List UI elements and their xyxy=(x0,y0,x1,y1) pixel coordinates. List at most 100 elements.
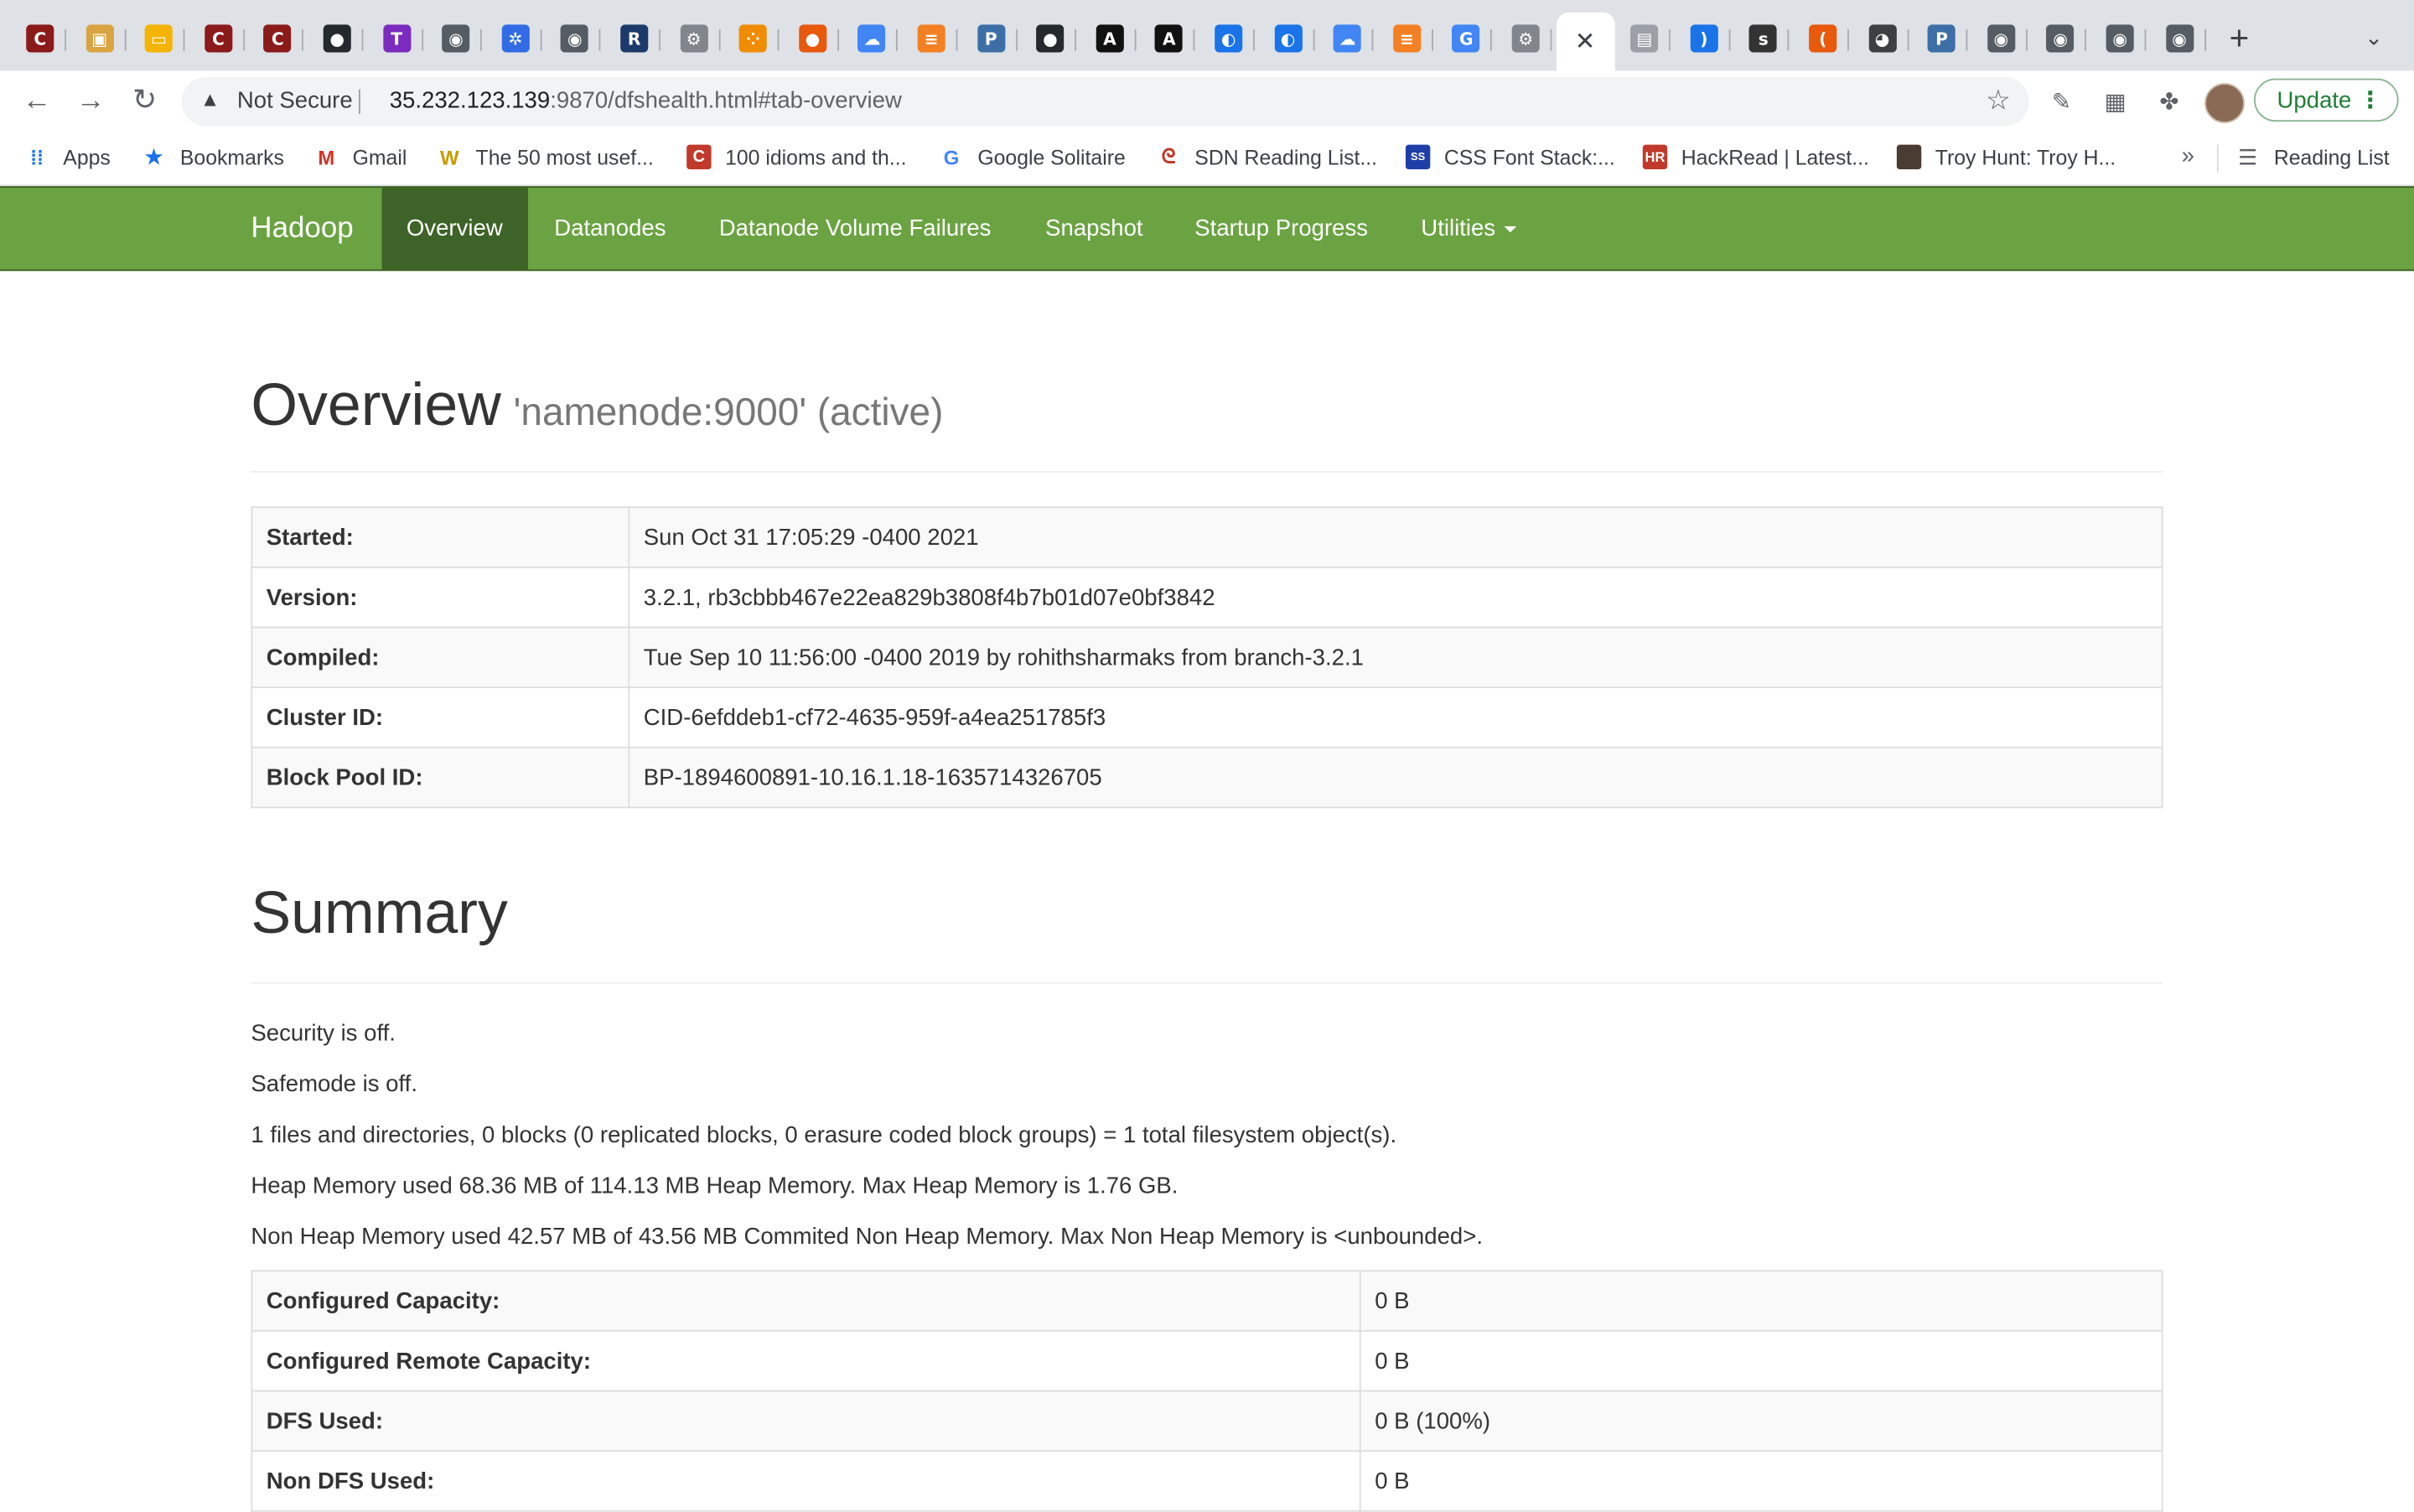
browser-tab[interactable]: ≡ xyxy=(905,15,958,61)
navbar-brand[interactable]: Hadoop xyxy=(251,188,353,269)
security-status-label[interactable]: Not Secure xyxy=(237,88,353,114)
reading-list-button[interactable]: ☰ Reading List xyxy=(2235,143,2390,171)
tab-separator xyxy=(1669,28,1671,51)
browser-tab[interactable]: G xyxy=(1440,15,1493,61)
nav-datanode-volume-failures[interactable]: Datanode Volume Failures xyxy=(694,188,1015,269)
browser-tab[interactable]: ☁ xyxy=(1321,15,1374,61)
browser-tab[interactable]: ) xyxy=(1678,15,1731,61)
bookmark-hackread[interactable]: HR HackRead | Latest... xyxy=(1642,143,1869,171)
bookmark-star-icon[interactable]: ☆ xyxy=(1986,85,2011,117)
profile-avatar[interactable] xyxy=(2204,83,2245,123)
overview-table: Started: Sun Oct 31 17:05:29 -0400 2021 V… xyxy=(251,506,2163,809)
cssfontstack-icon: SS xyxy=(1405,144,1431,170)
browser-tab[interactable]: C xyxy=(251,15,304,61)
nav-label: Overview xyxy=(406,215,503,242)
browser-tab[interactable]: ◉ xyxy=(2094,15,2147,61)
caret-down-icon xyxy=(1505,226,1517,233)
table-row: Compiled: Tue Sep 10 11:56:00 -0400 2019 … xyxy=(251,626,2163,689)
browser-tab[interactable]: T xyxy=(370,15,423,61)
url-text[interactable]: 35.232.123.139:9870/dfshealth.html#tab-o… xyxy=(390,88,902,114)
tab-separator xyxy=(124,28,126,51)
overview-title: Overview xyxy=(251,372,501,439)
p-blue-icon: P xyxy=(976,24,1005,53)
browser-tab[interactable]: ● xyxy=(311,15,364,61)
tab-search-chevron-icon[interactable]: ⌄ xyxy=(2365,24,2383,50)
browser-tab[interactable]: R xyxy=(609,15,660,61)
browser-tab[interactable]: ⁘ xyxy=(727,15,780,61)
browser-tab[interactable]: ◐ xyxy=(1261,15,1314,61)
nav-datanodes[interactable]: Datanodes xyxy=(530,188,691,269)
bookmark-100-idioms[interactable]: C 100 idioms and th... xyxy=(686,143,907,171)
browser-tab[interactable]: ( xyxy=(1796,15,1849,61)
update-label: Update xyxy=(2277,87,2352,114)
table-value: Sun Oct 31 17:05:29 -0400 2021 xyxy=(628,506,2163,568)
c-red-icon: C xyxy=(26,24,54,53)
browser-tab[interactable]: ◉ xyxy=(2153,15,2206,61)
forward-button[interactable]: → xyxy=(72,83,109,120)
tab-separator xyxy=(1312,28,1314,51)
tab-separator xyxy=(599,28,602,51)
browser-tab[interactable]: ● xyxy=(786,15,839,61)
browser-tab[interactable]: P xyxy=(965,15,1018,61)
reload-button[interactable]: ↻ xyxy=(127,83,163,120)
browser-tab[interactable]: ☁ xyxy=(846,15,899,61)
close-icon[interactable]: ✕ xyxy=(1575,26,1596,57)
browser-tab[interactable]: ◕ xyxy=(1856,15,1909,61)
bookmark-apps[interactable]: ⁞⁞ Apps xyxy=(24,143,111,171)
browser-tab[interactable]: ◉ xyxy=(2034,15,2087,61)
browser-tab[interactable]: ≡ xyxy=(1381,15,1433,61)
nav-utilities-dropdown[interactable]: Utilities xyxy=(1396,188,1541,269)
docker-icon: ◉ xyxy=(2046,24,2075,53)
nav-snapshot[interactable]: Snapshot xyxy=(1021,188,1168,269)
nav-label: Datanode Volume Failures xyxy=(718,215,992,242)
more-menu-icon[interactable]: ⋮ xyxy=(2359,80,2382,123)
browser-tab[interactable]: ◉ xyxy=(430,15,483,61)
browser-tab[interactable]: A xyxy=(1143,15,1196,61)
nav-overview[interactable]: Overview xyxy=(381,188,528,270)
nav-startup-progress[interactable]: Startup Progress xyxy=(1170,188,1393,269)
stackoverflow-icon: ≡ xyxy=(917,24,945,53)
browser-tab-active[interactable]: ✕ xyxy=(1556,12,1614,71)
browser-tab[interactable]: ▣ xyxy=(73,15,126,61)
tab-separator xyxy=(302,28,304,51)
gear-icon: ⚙ xyxy=(680,24,708,53)
browser-tab[interactable]: ▤ xyxy=(1619,15,1671,61)
browser-tab[interactable]: ● xyxy=(1024,15,1077,61)
update-button[interactable]: Update ⋮ xyxy=(2253,78,2399,123)
table-value: 0 B xyxy=(1359,1270,2163,1332)
browser-tab[interactable]: A xyxy=(1084,15,1137,61)
bookmarks-overflow-icon[interactable]: » xyxy=(2182,143,2194,169)
browser-tab[interactable]: C xyxy=(192,15,245,61)
globe-blue-icon: ◐ xyxy=(1215,24,1243,53)
browser-tab[interactable]: ◉ xyxy=(549,15,602,61)
bookmark-google-solitaire[interactable]: G Google Solitaire xyxy=(939,143,1126,171)
browser-tab[interactable]: P xyxy=(1915,15,1968,61)
extension-grid-icon[interactable]: ▦ xyxy=(2098,85,2132,118)
bookmark-label: Google Solitaire xyxy=(977,145,1126,169)
bookmarks-divider xyxy=(2216,144,2219,173)
browser-tab[interactable]: ⚙ xyxy=(1500,15,1552,61)
new-tab-button[interactable]: + xyxy=(2230,21,2250,55)
bookmark-the-50-most[interactable]: W The 50 most usef... xyxy=(438,143,654,171)
monitor-icon: ▤ xyxy=(1630,24,1659,53)
bookmark-troy-hunt[interactable]: Troy Hunt: Troy H... xyxy=(1896,143,2116,171)
browser-tab[interactable]: ▭ xyxy=(132,15,185,61)
browser-tab[interactable]: ✲ xyxy=(490,15,542,61)
bookmark-sdn-reading-list[interactable]: ᘓ SDN Reading List... xyxy=(1156,143,1377,171)
browser-tab[interactable]: ◉ xyxy=(1975,15,2028,61)
bookmark-gmail[interactable]: M Gmail xyxy=(314,143,407,171)
browser-tab[interactable]: C xyxy=(14,15,66,61)
tab-separator xyxy=(1015,28,1018,51)
puzzle-extensions-icon[interactable]: ✤ xyxy=(2152,85,2186,118)
address-bar[interactable]: ▲ Not Secure 35.232.123.139:9870/dfsheal… xyxy=(181,76,2029,127)
summary-line-nonheap: Non Heap Memory used 42.57 MB of 43.56 M… xyxy=(251,1224,1483,1251)
bookmark-bookmarks[interactable]: ★ Bookmarks xyxy=(142,143,284,171)
bookmark-label: SDN Reading List... xyxy=(1194,145,1378,169)
table-value: 0 B (100%) xyxy=(1359,1390,2163,1452)
browser-tab[interactable]: s xyxy=(1738,15,1790,61)
eyedropper-icon[interactable]: ✎ xyxy=(2044,85,2078,118)
browser-tab[interactable]: ⚙ xyxy=(667,15,720,61)
bookmark-css-font-stack[interactable]: SS CSS Font Stack:... xyxy=(1405,143,1615,171)
back-button[interactable]: ← xyxy=(18,83,55,120)
browser-tab[interactable]: ◐ xyxy=(1202,15,1255,61)
